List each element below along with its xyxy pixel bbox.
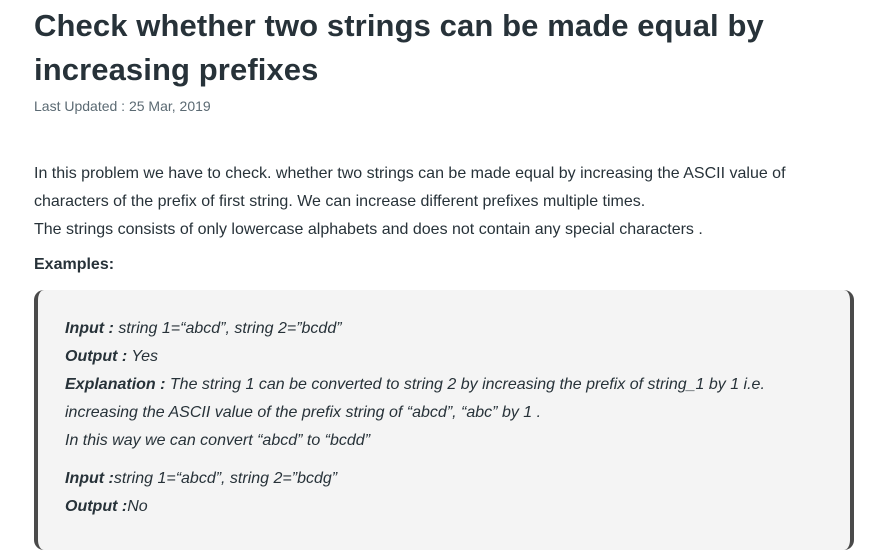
intro-paragraph-1: In this problem we have to check. whethe… — [34, 165, 786, 210]
example1-explanation-line: Explanation : The string 1 can be conver… — [65, 371, 765, 399]
example2-output-value: No — [127, 498, 148, 515]
example1-output-line: Output : Yes — [65, 343, 158, 371]
article-title: Check whether two strings can be made eq… — [34, 8, 764, 87]
example1-output-value: Yes — [127, 348, 159, 365]
example2-output-line: Output :No — [65, 493, 148, 521]
intro-paragraph-2: The strings consists of only lowercase a… — [34, 221, 703, 238]
example1-input-line: Input : string 1=“abcd”, string 2=”bcdd” — [65, 315, 342, 343]
example2-input-line: Input :string 1=“abcd”, string 2=”bcdg” — [65, 465, 337, 493]
example1-explanation-label: Explanation : — [65, 376, 166, 393]
article-page: Check whether two strings can be made eq… — [0, 0, 885, 560]
intro-text: In this problem we have to check. whethe… — [34, 160, 864, 244]
example1-explanation-text-2: increasing the ASCII value of the prefix… — [65, 404, 542, 421]
examples-heading: Examples: — [34, 256, 115, 273]
example2-input-label: Input : — [65, 470, 114, 487]
last-updated-date: Last Updated : 25 Mar, 2019 — [34, 98, 211, 114]
example1-output-label: Output : — [65, 348, 128, 365]
example2-input-value: string 1=“abcd”, string 2=”bcdg” — [113, 470, 338, 487]
example1-explanation-text-3: In this way we can convert “abcd” to “bc… — [65, 432, 371, 449]
example1-input-label: Input : — [65, 320, 114, 337]
examples-code-block: Input : string 1=“abcd”, string 2=”bcdd”… — [34, 290, 854, 550]
example1-input-value: string 1=“abcd”, string 2=”bcdd” — [113, 320, 342, 337]
example2-output-label: Output : — [65, 498, 128, 515]
example1-explanation-text-1: The string 1 can be converted to string … — [165, 376, 765, 393]
